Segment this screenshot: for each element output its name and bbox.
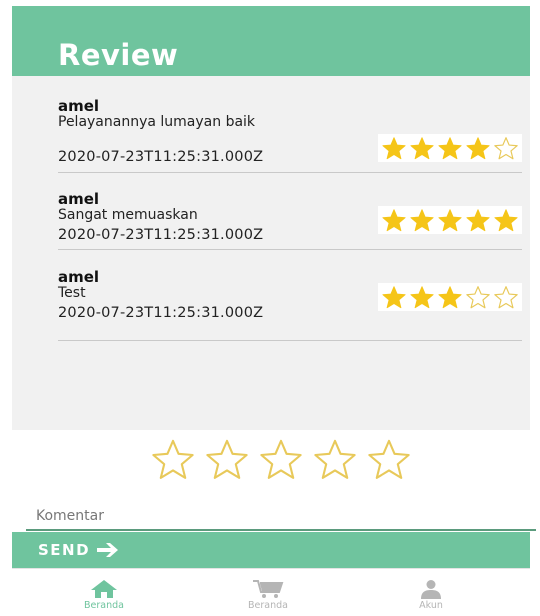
star-filled-icon bbox=[466, 137, 490, 160]
nav-item-home[interactable]: Beranda bbox=[84, 579, 124, 611]
send-label: SEND bbox=[38, 541, 91, 559]
review-date: 2020-07-23T11:25:31.000Z bbox=[58, 227, 264, 243]
star-filled-icon bbox=[494, 209, 518, 232]
star-filled-icon bbox=[382, 286, 406, 309]
review-date: 2020-07-23T11:25:31.000Z bbox=[58, 305, 264, 321]
cart-icon bbox=[252, 580, 284, 598]
star-filled-icon bbox=[382, 209, 406, 232]
star-filled-icon bbox=[438, 137, 462, 160]
star-empty-icon[interactable] bbox=[150, 438, 196, 480]
nav-item-cart[interactable]: Beranda bbox=[248, 579, 288, 611]
rating-input bbox=[150, 438, 412, 480]
star-empty-icon[interactable] bbox=[204, 438, 250, 480]
star-empty-icon[interactable] bbox=[366, 438, 412, 480]
star-empty-icon bbox=[494, 137, 518, 160]
send-button[interactable]: SEND bbox=[12, 532, 530, 568]
star-filled-icon bbox=[410, 209, 434, 232]
review-comment: Sangat memuaskan bbox=[58, 207, 198, 223]
arrow-right-icon bbox=[97, 543, 119, 557]
nav-item-account[interactable]: Akun bbox=[419, 579, 443, 611]
review-date: 2020-07-23T11:25:31.000Z bbox=[58, 149, 264, 165]
star-empty-icon[interactable] bbox=[312, 438, 358, 480]
page-title: Review bbox=[58, 38, 179, 72]
review-comment: Pelayanannya lumayan baik bbox=[58, 114, 256, 130]
star-filled-icon bbox=[410, 137, 434, 160]
review-rating bbox=[378, 283, 522, 311]
star-filled-icon bbox=[382, 137, 406, 160]
review-item: amel Sangat memuaskan 2020-07-23T11:25:3… bbox=[58, 190, 522, 250]
bottom-nav: Beranda Beranda Akun bbox=[12, 568, 530, 616]
star-filled-icon bbox=[438, 209, 462, 232]
user-icon bbox=[421, 580, 441, 599]
review-rating bbox=[378, 134, 522, 162]
star-filled-icon bbox=[410, 286, 434, 309]
nav-label-home: Beranda bbox=[84, 600, 124, 611]
review-list: amel Pelayanannya lumayan baik 2020-07-2… bbox=[12, 76, 530, 430]
app-header: Review bbox=[12, 6, 530, 76]
review-author: amel bbox=[58, 97, 100, 115]
review-item: amel Test 2020-07-23T11:25:31.000Z bbox=[58, 268, 522, 341]
review-item: amel Pelayanannya lumayan baik 2020-07-2… bbox=[58, 97, 522, 173]
star-filled-icon bbox=[438, 286, 462, 309]
review-author: amel bbox=[58, 268, 100, 286]
review-author: amel bbox=[58, 190, 100, 208]
review-comment: Test bbox=[58, 285, 86, 301]
star-empty-icon bbox=[494, 286, 518, 309]
nav-label-account: Akun bbox=[419, 600, 443, 611]
star-empty-icon[interactable] bbox=[258, 438, 304, 480]
comment-input[interactable] bbox=[26, 503, 536, 531]
star-filled-icon bbox=[466, 209, 490, 232]
review-rating bbox=[378, 206, 522, 234]
star-empty-icon bbox=[466, 286, 490, 309]
nav-label-cart: Beranda bbox=[248, 600, 288, 611]
home-icon bbox=[90, 580, 117, 598]
